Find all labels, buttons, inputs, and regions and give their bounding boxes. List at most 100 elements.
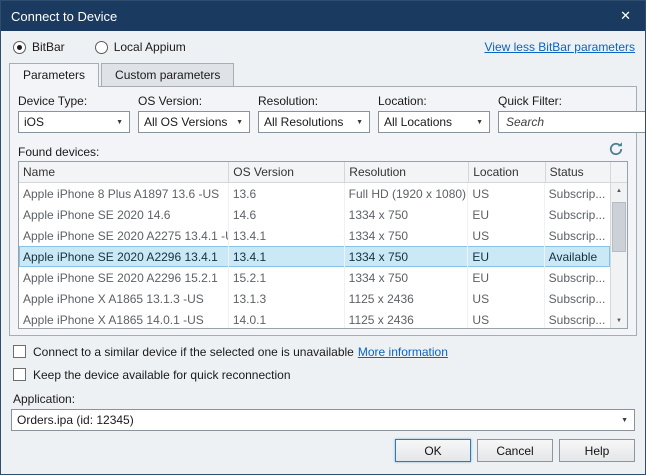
cell-resolution: 1334 x 750	[345, 204, 469, 225]
radio-label: BitBar	[32, 40, 65, 54]
column-header[interactable]: Name	[19, 162, 229, 182]
cell-os-version: 15.2.1	[229, 267, 345, 288]
cell-location: US	[468, 309, 544, 328]
column-header[interactable]: Resolution	[345, 162, 469, 182]
filter-label: Device Type:	[18, 94, 130, 108]
device-row[interactable]: Apple iPhone SE 2020 A2275 13.4.1 -US 13…	[19, 225, 610, 246]
ok-button[interactable]: OK	[395, 439, 471, 462]
connection-type-row: BitBar Local Appium View less BitBar par…	[13, 39, 635, 55]
quick-filter-searchbox	[498, 111, 646, 133]
checkbox[interactable]	[13, 345, 26, 358]
table-header: Name OS Version Resolution Location Stat…	[19, 162, 627, 183]
cell-location: EU	[468, 204, 544, 225]
cell-os-version: 13.4.1	[229, 225, 345, 246]
parameters-tab-panel: Device Type: iOS ▼ OS Version: All OS Ve…	[9, 86, 637, 336]
chevron-down-icon: ▼	[110, 119, 129, 126]
cell-location: US	[468, 225, 544, 246]
close-icon[interactable]: ✕	[606, 8, 645, 24]
scroll-up-icon[interactable]: ▲	[611, 183, 627, 198]
cell-os-version: 13.4.1	[229, 246, 345, 267]
checkbox-label: Connect to a similar device if the selec…	[33, 345, 354, 359]
view-less-bitbar-parameters-link[interactable]: View less BitBar parameters	[484, 40, 635, 54]
dropdown[interactable]: iOS ▼	[18, 111, 130, 133]
cell-os-version: 14.6	[229, 204, 345, 225]
device-row[interactable]: Apple iPhone 8 Plus A1897 13.6 -US 13.6 …	[19, 183, 610, 204]
application-label: Application:	[13, 392, 633, 406]
tab-label: Custom parameters	[115, 68, 220, 82]
dropdown[interactable]: All Resolutions ▼	[258, 111, 370, 133]
similar-device-checkbox-row: Connect to a similar device if the selec…	[13, 344, 633, 359]
cell-name: Apple iPhone 8 Plus A1897 13.6 -US	[19, 183, 229, 204]
help-button[interactable]: Help	[559, 439, 635, 462]
cell-status: Subscrip...	[545, 204, 610, 225]
tab-parameters[interactable]: Parameters	[9, 63, 99, 87]
location-dropdown: Location: All Locations ▼	[378, 93, 490, 133]
refresh-icon	[608, 141, 624, 157]
cell-status: Subscrip...	[545, 267, 610, 288]
cell-name: Apple iPhone SE 2020 A2296 13.4.1	[19, 246, 229, 267]
radio-bitbar[interactable]: BitBar	[13, 40, 65, 54]
cancel-button[interactable]: Cancel	[477, 439, 553, 462]
chevron-down-icon: ▼	[615, 417, 634, 424]
dropdown[interactable]: All Locations ▼	[378, 111, 490, 133]
os-version-dropdown: OS Version: All OS Versions ▼	[138, 93, 250, 133]
cell-status: Subscrip...	[545, 183, 610, 204]
application-dropdown[interactable]: Orders.ipa (id: 12345) ▼	[11, 409, 635, 431]
devices-table: Name OS Version Resolution Location Stat…	[18, 161, 628, 329]
filter-row: Device Type: iOS ▼ OS Version: All OS Ve…	[18, 93, 628, 133]
cell-status: Available	[545, 246, 610, 267]
device-row[interactable]: Apple iPhone SE 2020 A2296 15.2.1 15.2.1…	[19, 267, 610, 288]
keep-device-checkbox-row: Keep the device available for quick reco…	[13, 367, 633, 382]
cell-name: Apple iPhone X A1865 13.1.3 -US	[19, 288, 229, 309]
cell-resolution: 1334 x 750	[345, 246, 469, 267]
column-header[interactable]: Status	[546, 162, 611, 182]
device-row[interactable]: Apple iPhone X A1865 14.0.1 -US 14.0.1 1…	[19, 309, 610, 328]
chevron-down-icon: ▼	[350, 119, 369, 126]
scroll-down-icon[interactable]: ▼	[611, 313, 627, 328]
dialog-buttons: OK Cancel Help	[11, 439, 635, 462]
dropdown-value: iOS	[24, 115, 110, 129]
filter-label: Location:	[378, 94, 490, 108]
column-header[interactable]: OS Version	[229, 162, 345, 182]
dropdown-value: All OS Versions	[144, 115, 230, 129]
cell-name: Apple iPhone X A1865 14.0.1 -US	[19, 309, 229, 328]
cell-os-version: 14.0.1	[229, 309, 345, 328]
dropdown-value: All Locations	[384, 115, 470, 129]
radio-icon	[95, 41, 108, 54]
found-devices-label: Found devices:	[18, 145, 99, 159]
filter-label: Resolution:	[258, 94, 370, 108]
cell-os-version: 13.6	[229, 183, 345, 204]
cell-resolution: Full HD (1920 x 1080)	[345, 183, 469, 204]
device-row[interactable]: Apple iPhone SE 2020 A2296 13.4.1 13.4.1…	[19, 246, 610, 267]
search-input[interactable]	[504, 114, 646, 130]
refresh-button[interactable]	[604, 139, 628, 159]
cell-resolution: 1125 x 2436	[345, 309, 469, 328]
cell-name: Apple iPhone SE 2020 14.6	[19, 204, 229, 225]
column-header-spacer	[611, 162, 627, 182]
quick-filter-field: Quick Filter:	[498, 93, 646, 133]
cell-status: Subscrip...	[545, 288, 610, 309]
device-row[interactable]: Apple iPhone SE 2020 14.6 14.6 1334 x 75…	[19, 204, 610, 225]
cell-name: Apple iPhone SE 2020 A2275 13.4.1 -US	[19, 225, 229, 246]
cell-location: EU	[468, 267, 544, 288]
table-body: Apple iPhone 8 Plus A1897 13.6 -US 13.6 …	[19, 183, 610, 328]
cell-resolution: 1334 x 750	[345, 225, 469, 246]
chevron-down-icon: ▼	[470, 119, 489, 126]
radio-icon	[13, 41, 26, 54]
scrollbar-thumb[interactable]	[612, 202, 626, 252]
application-value: Orders.ipa (id: 12345)	[17, 413, 615, 427]
dropdown[interactable]: All OS Versions ▼	[138, 111, 250, 133]
cell-location: US	[468, 288, 544, 309]
quick-filter-label: Quick Filter:	[498, 94, 646, 108]
column-header[interactable]: Location	[469, 162, 545, 182]
tab-strip: Parameters Custom parameters	[9, 63, 637, 86]
tab-custom-parameters[interactable]: Custom parameters	[101, 63, 234, 86]
chevron-down-icon: ▼	[230, 119, 249, 126]
device-row[interactable]: Apple iPhone X A1865 13.1.3 -US 13.1.3 1…	[19, 288, 610, 309]
dropdown-value: All Resolutions	[264, 115, 350, 129]
checkbox[interactable]	[13, 368, 26, 381]
radio-local-appium[interactable]: Local Appium	[95, 40, 186, 54]
vertical-scrollbar[interactable]: ▲ ▼	[610, 183, 627, 328]
more-information-link[interactable]: More information	[358, 345, 448, 359]
title-bar: Connect to Device ✕	[1, 1, 645, 31]
